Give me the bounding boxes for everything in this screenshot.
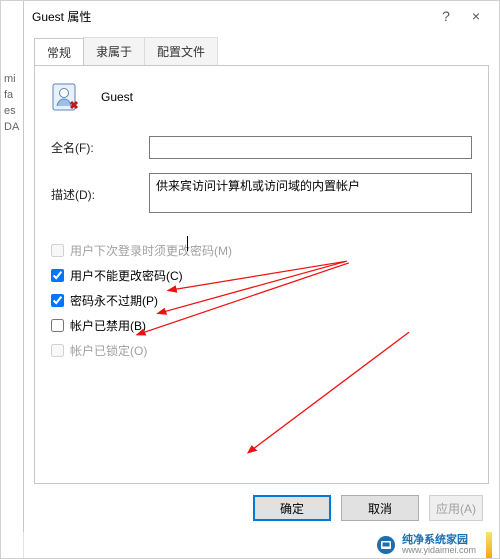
chk-must-change-password-box [51,244,64,257]
bg-text: es [1,103,23,119]
chk-account-disabled[interactable]: 帐户已禁用(B) [51,317,472,334]
chk-password-never-expires-box[interactable] [51,294,64,307]
help-button[interactable]: ? [431,8,461,24]
chk-must-change-password-label: 用户下次登录时须更改密码(M) [70,242,232,259]
chk-account-disabled-box[interactable] [51,319,64,332]
full-name-row: 全名(F): [51,136,472,159]
full-name-label: 全名(F): [51,139,149,156]
full-name-input[interactable] [149,136,472,159]
watermark: 纯净系统家园 www.yidaimei.com [374,532,498,558]
description-input[interactable] [149,173,472,213]
tab-general[interactable]: 常规 [34,38,84,66]
window-title: Guest 属性 [32,8,431,25]
chk-account-locked-label: 帐户已锁定(O) [70,342,147,359]
account-name: Guest [101,90,133,104]
chk-must-change-password: 用户下次登录时须更改密码(M) [51,242,472,259]
identity-row: Guest [51,80,472,114]
chk-cannot-change-password[interactable]: 用户不能更改密码(C) [51,267,472,284]
chk-account-disabled-label: 帐户已禁用(B) [70,317,146,334]
tab-profile[interactable]: 配置文件 [144,37,218,65]
close-button[interactable]: × [461,8,491,24]
bg-text: mi [1,71,23,87]
description-row: 描述(D): [51,173,472,216]
tab-member-of[interactable]: 隶属于 [83,37,145,65]
cancel-button[interactable]: 取消 [341,495,419,521]
text-caret [187,236,188,251]
properties-dialog: Guest 属性 ? × 常规 隶属于 配置文件 Gu [23,1,499,532]
chk-cannot-change-password-box[interactable] [51,269,64,282]
background-window-slice: mi fa es DA [1,1,24,559]
chk-account-locked: 帐户已锁定(O) [51,342,472,359]
watermark-logo-icon [376,535,396,555]
bg-text: DA [1,119,23,135]
ok-button[interactable]: 确定 [253,495,331,521]
chk-password-never-expires-label: 密码永不过期(P) [70,292,158,309]
dialog-button-bar: 确定 取消 应用(A) [24,484,499,532]
chk-account-locked-box [51,344,64,357]
watermark-url: www.yidaimei.com [402,546,476,555]
bg-text: fa [1,87,23,103]
description-label: 描述(D): [51,186,149,203]
chk-cannot-change-password-label: 用户不能更改密码(C) [70,267,183,284]
tab-page-general: Guest 全名(F): 描述(D): 用户下次登录时须更改密码(M) [34,65,489,484]
chk-password-never-expires[interactable]: 密码永不过期(P) [51,292,472,309]
watermark-bar [486,532,492,558]
screenshot-frame: mi fa es DA Guest 属性 ? × 常规 隶属于 配置文件 [0,0,500,559]
titlebar[interactable]: Guest 属性 ? × [24,1,499,31]
apply-button[interactable]: 应用(A) [429,495,483,521]
password-options: 用户下次登录时须更改密码(M) 用户不能更改密码(C) 密码永不过期(P) 帐户… [51,242,472,359]
tab-strip: 常规 隶属于 配置文件 [24,31,499,65]
user-icon [51,80,85,114]
